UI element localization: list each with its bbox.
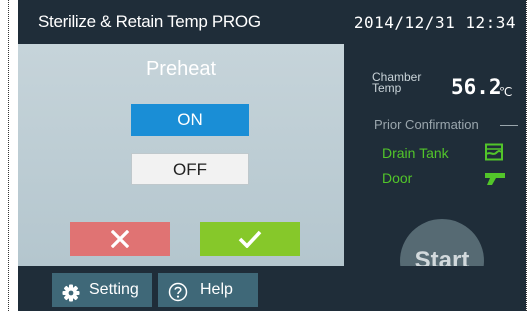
- drain-tank-icon: [484, 143, 504, 166]
- chamber-temp-label: Chamber Temp: [372, 71, 421, 95]
- door-label: Door: [382, 170, 413, 186]
- bottom-bar: Setting Help: [18, 266, 526, 311]
- datetime-display: 2014/12/31 12:34: [353, 13, 516, 32]
- preheat-panel: Preheat ON OFF: [18, 44, 344, 266]
- chamber-temp-label-line2: Temp: [372, 81, 402, 95]
- chamber-temp-value: 56.2: [451, 75, 502, 99]
- gear-icon: [62, 281, 80, 311]
- confirm-button[interactable]: [200, 222, 300, 256]
- preheat-off-button[interactable]: OFF: [131, 153, 249, 185]
- help-button[interactable]: Help: [158, 273, 258, 307]
- status-panel: Chamber Temp 56.2 ℃ Prior Confirmation D…: [344, 44, 526, 303]
- prior-confirmation-label: Prior Confirmation: [374, 117, 479, 132]
- setting-button-label: Setting: [89, 281, 139, 298]
- preheat-heading: Preheat: [145, 58, 217, 80]
- right-dotted-border: [526, 0, 527, 311]
- chamber-temp-unit: ℃: [499, 85, 513, 99]
- help-circle-icon: [168, 281, 188, 311]
- title-bar: Sterilize & Retain Temp PROG 2014/12/31 …: [18, 0, 526, 44]
- prior-confirmation-divider: [500, 125, 518, 126]
- confirm-check-icon: [238, 230, 262, 248]
- preheat-on-button[interactable]: ON: [131, 104, 249, 136]
- cancel-x-icon: [111, 230, 129, 248]
- door-icon: [484, 170, 506, 191]
- left-dotted-border: [8, 0, 9, 311]
- setting-button[interactable]: Setting: [52, 273, 152, 307]
- device-screen: Sterilize & Retain Temp PROG 2014/12/31 …: [18, 0, 526, 311]
- cancel-button[interactable]: [70, 222, 170, 256]
- help-button-label: Help: [200, 281, 233, 298]
- drain-tank-label: Drain Tank: [382, 145, 449, 161]
- program-title: Sterilize & Retain Temp PROG: [38, 12, 261, 31]
